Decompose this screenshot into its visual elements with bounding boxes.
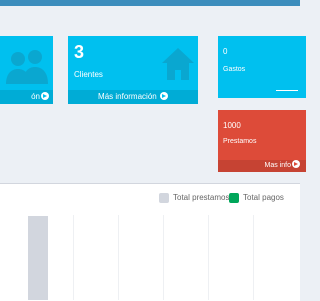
chart-gridline xyxy=(208,215,209,300)
arrow-circle-right-icon xyxy=(41,92,49,100)
gastos-label: Gastos xyxy=(223,66,246,73)
legend-label-total-pagos: Total pagos xyxy=(243,193,284,202)
legend-swatch-total-prestamos xyxy=(159,193,169,203)
top-navbar xyxy=(0,0,300,6)
box-users-more-info-link[interactable]: ón xyxy=(0,90,53,104)
legend-swatch-total-pagos xyxy=(229,193,239,203)
stat-box-clientes: 3 Clientes Más información xyxy=(68,36,198,104)
home-icon xyxy=(162,48,194,80)
clientes-count: 3 xyxy=(74,42,85,62)
arrow-circle-right-icon xyxy=(159,92,168,100)
gastos-footer-divider xyxy=(276,90,298,91)
chart-gridline xyxy=(73,215,74,300)
legend-label-total-prestamos: Total prestamos xyxy=(173,193,230,202)
clientes-label: Clientes xyxy=(74,70,103,79)
stat-box-users: ón xyxy=(0,36,53,104)
prestamos-count: 1000 xyxy=(223,121,241,130)
clientes-footer-label: Más información xyxy=(98,92,157,101)
gastos-count: 0 xyxy=(223,47,228,56)
clientes-more-info-link[interactable]: Más información xyxy=(68,90,198,104)
prestamos-footer-label: Mas info xyxy=(264,162,291,169)
chart-gridline xyxy=(163,215,164,300)
box-users-footer-label: ón xyxy=(31,92,40,101)
prestamos-more-info-link[interactable]: Mas info xyxy=(218,160,306,172)
users-icon xyxy=(6,50,48,84)
prestamos-label: Prestamos xyxy=(223,138,257,145)
chart-gridline xyxy=(253,215,254,300)
chart-bar-total-prestamos xyxy=(28,216,48,300)
stat-box-gastos: 0 Gastos xyxy=(218,36,306,98)
arrow-circle-right-icon xyxy=(292,160,300,168)
chart-gridline xyxy=(118,215,119,300)
stat-box-prestamos: 1000 Prestamos Mas info xyxy=(218,110,306,172)
